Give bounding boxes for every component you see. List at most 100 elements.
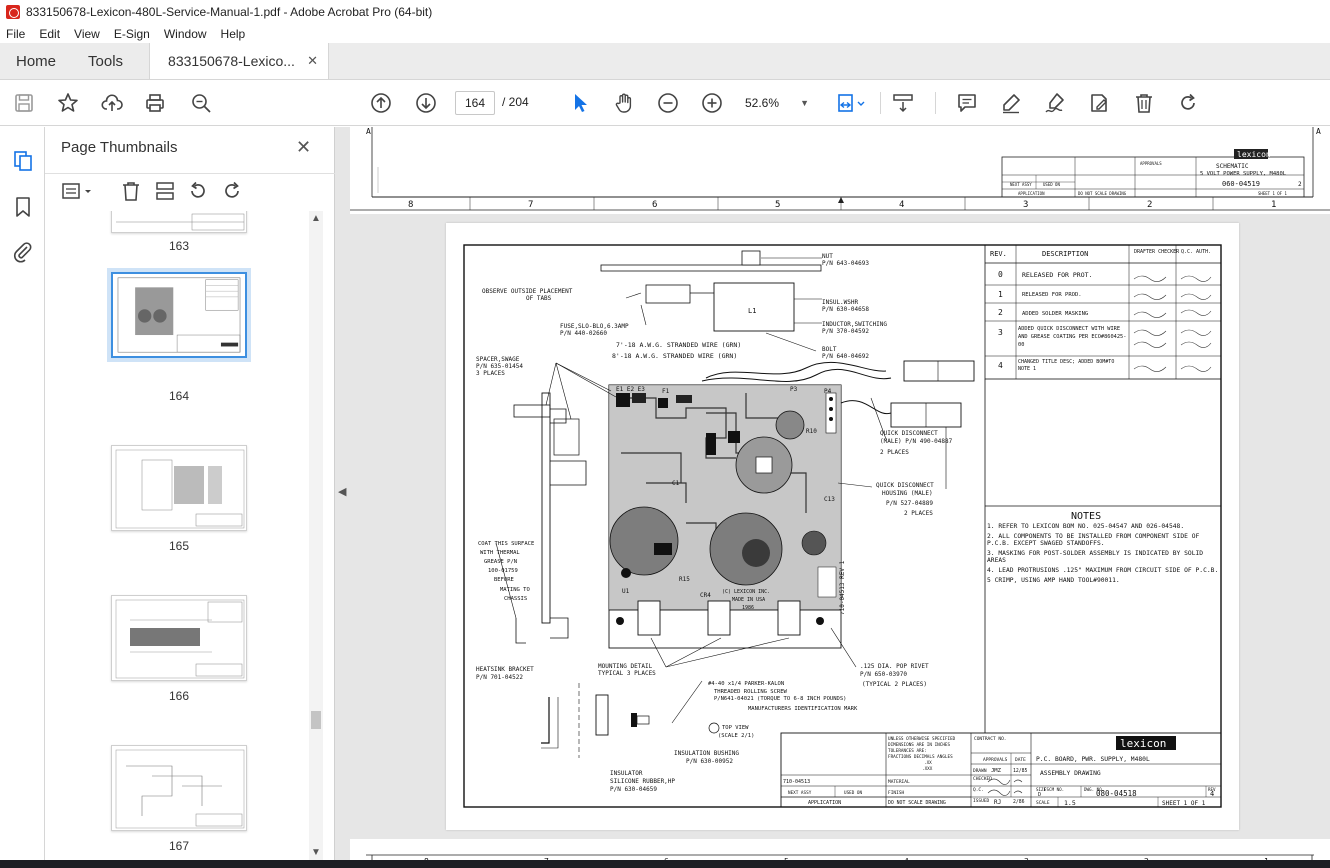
thumbnail-page-167[interactable] — [111, 745, 247, 831]
zoom-in-icon[interactable] — [700, 91, 724, 115]
acrobat-icon — [6, 5, 20, 19]
scroll-down-icon[interactable]: ▼ — [311, 847, 321, 858]
fit-page-icon[interactable] — [834, 91, 868, 115]
options-menu-icon[interactable] — [61, 180, 95, 202]
pcb-board-drawing: E1 E2 E3 F1 P3 P4 C1 C13 R10 R15 U1 CR4 … — [608, 384, 846, 649]
issued-date: 2/86 — [1013, 799, 1025, 805]
thumbnail-page-164[interactable] — [107, 268, 251, 362]
callout-bolt: BOLT — [822, 346, 837, 353]
sign-icon[interactable] — [1043, 91, 1067, 115]
description-header: DESCRIPTION — [1042, 250, 1088, 258]
svg-text:E1 E2 E3: E1 E2 E3 — [616, 386, 645, 393]
save-icon[interactable] — [12, 91, 36, 115]
svg-text:R15: R15 — [679, 576, 690, 583]
zoom-select[interactable]: 52.6% ▼ — [745, 91, 815, 115]
next-assy-label: NEXT ASSY — [1010, 182, 1032, 187]
scale-label: SCALE — [1036, 800, 1050, 806]
schematic-subtitle: 5 VOLT POWER SUPPLY, M480L — [1200, 171, 1287, 177]
close-panel-icon[interactable]: ✕ — [296, 137, 311, 158]
drawn-label: DRAWN — [973, 768, 987, 774]
menu-window[interactable]: Window — [164, 27, 207, 41]
board-mark-2: MADE IN USA — [732, 597, 765, 603]
collapse-panel-icon[interactable]: ◀ — [338, 485, 346, 498]
tab-tools[interactable]: Tools — [72, 43, 139, 79]
toolbar-divider — [880, 92, 881, 114]
callout-rivet-qty: (TYPICAL 2 PLACES) — [862, 681, 927, 688]
upload-icon[interactable] — [100, 91, 124, 115]
svg-text:P4: P4 — [824, 388, 832, 395]
rev-0-desc: RELEASED FOR PROT. — [1022, 271, 1092, 279]
callout-observe: OBSERVE OUTSIDE PLACEMENT — [482, 288, 573, 295]
heatsink-bracket-drawing — [513, 392, 587, 644]
menu-view[interactable]: View — [74, 27, 100, 41]
edit-icon[interactable] — [1087, 91, 1111, 115]
zoom-out-icon[interactable] — [656, 91, 680, 115]
extract-page-icon[interactable] — [154, 180, 176, 202]
tab-document[interactable]: 833150678-Lexico... ✕ — [149, 43, 330, 79]
notes-section: NOTES 1. REFER TO LEXICON BOM NO. 025-04… — [984, 379, 1221, 733]
scroll-mode-icon[interactable] — [891, 91, 915, 115]
prev-rev: 2 — [1298, 181, 1302, 188]
menu-file[interactable]: File — [6, 27, 25, 41]
note-4: 4. LEAD PROTRUSIONS .125" MAXIMUM FROM C… — [987, 566, 1219, 574]
rotate-right-icon[interactable] — [221, 180, 243, 202]
thumbnail-scrollbar[interactable]: ▲ ▼ — [309, 211, 323, 861]
prev-dwg-number: 060-04519 — [1222, 180, 1260, 188]
star-icon[interactable] — [56, 91, 80, 115]
rotate-left-icon[interactable] — [187, 180, 209, 202]
callout-coat: COAT THIS SURFACE — [478, 541, 534, 547]
rev-header: REV. — [990, 250, 1007, 258]
callout-rivet-pn: P/N 650-03970 — [860, 671, 907, 678]
do-not-scale-label: DO NOT SCALE DRAWING — [1078, 191, 1127, 196]
menu-esign[interactable]: E-Sign — [114, 27, 150, 41]
callout-inductor: INDUCTOR,SWITCHING — [822, 321, 887, 328]
qc-label: Q.C. — [973, 787, 984, 793]
page-number-input[interactable]: 164 — [455, 91, 495, 115]
current-page: REV. DESCRIPTION DRAFTER CHECKER Q.C. AU… — [446, 223, 1239, 830]
highlight-icon[interactable] — [999, 91, 1023, 115]
grid-number: 3 — [1023, 200, 1028, 210]
rev-value: 4 — [1210, 790, 1214, 798]
scrollbar-thumb[interactable] — [311, 711, 321, 729]
callout-nut: NUT — [822, 253, 833, 260]
notes-list: 1. REFER TO LEXICON BOM NO. 025-04547 AN… — [987, 523, 1221, 584]
callout-coat-2: WITH THERMAL — [480, 550, 520, 556]
thumbnail-label: 167 — [168, 839, 190, 853]
note-3: 3. MASKING FOR POST-SOLDER ASSEMBLY IS I… — [987, 549, 1204, 565]
select-cursor-icon[interactable] — [568, 91, 592, 115]
attachment-icon[interactable] — [11, 240, 35, 264]
brand-logo: lexicon — [1120, 737, 1166, 750]
page-thumbnails-icon[interactable] — [11, 149, 35, 173]
tab-home[interactable]: Home — [0, 43, 72, 79]
delete-icon[interactable] — [1132, 91, 1156, 115]
xxx-label: .XXX — [922, 766, 933, 772]
menu-help[interactable]: Help — [221, 27, 246, 41]
close-tab-icon[interactable]: ✕ — [307, 53, 318, 69]
thumbnail-page-166[interactable] — [111, 595, 247, 681]
document-view[interactable]: ◀ A A 8 7 6 5 4 3 2 1 NEXT ASSY USED ON … — [335, 127, 1330, 868]
next-page-icon[interactable] — [414, 91, 438, 115]
thumbnail-label: 165 — [168, 539, 190, 553]
menu-edit[interactable]: Edit — [39, 27, 60, 41]
zoom-value: 52.6% — [745, 96, 780, 110]
scroll-up-icon[interactable]: ▲ — [311, 213, 321, 224]
zoom-search-icon[interactable] — [189, 91, 213, 115]
thumbnail-page-165[interactable] — [111, 445, 247, 531]
callout-qd-male-pn: (MALE) P/N 490-04887 — [880, 438, 953, 445]
callout-coat-7: CHASSIS — [504, 596, 527, 602]
approvals-label: APPROVALS — [1140, 161, 1162, 166]
drafter-header: DRAFTER CHECKER — [1134, 249, 1180, 255]
thumbnail-page-163[interactable] — [111, 211, 247, 233]
bookmark-icon[interactable] — [11, 195, 35, 219]
callout-insulator-2: SILICONE RUBBER,HP — [610, 778, 675, 785]
prev-page-icon[interactable] — [369, 91, 393, 115]
comment-icon[interactable] — [955, 91, 979, 115]
rev-1-desc: RELEASED FOR PROD. — [1022, 292, 1082, 298]
contract-label: CONTRACT NO. — [974, 736, 1007, 742]
drawn-date: 12/85 — [1013, 768, 1028, 774]
delete-page-icon[interactable] — [120, 180, 142, 202]
print-icon[interactable] — [143, 91, 167, 115]
grid-number: 1 — [1271, 200, 1276, 210]
hand-icon[interactable] — [612, 91, 636, 115]
rotate-icon[interactable] — [1176, 91, 1200, 115]
